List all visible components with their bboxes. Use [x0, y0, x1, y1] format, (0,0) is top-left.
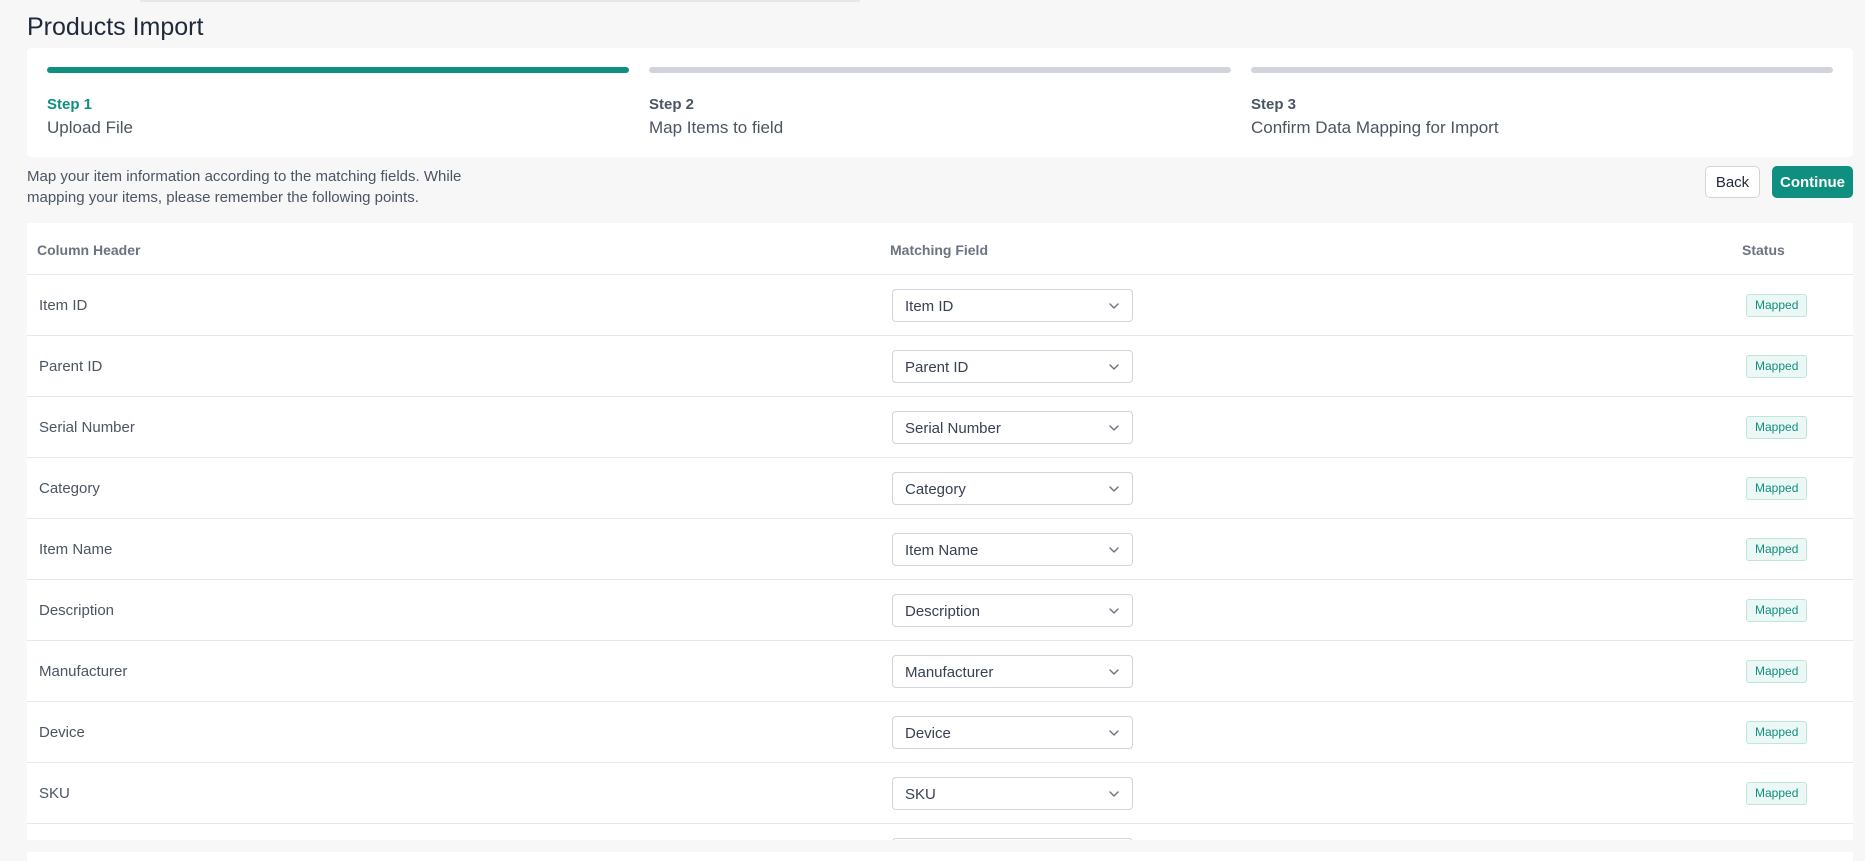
step-1[interactable]: Step 1 Upload File: [47, 67, 629, 138]
chevron-down-icon: [1109, 730, 1119, 736]
status-badge: Mapped: [1746, 416, 1808, 439]
step-number: Step 3: [1251, 96, 1297, 113]
matching-field-select[interactable]: Parent ID: [892, 350, 1133, 383]
select-value: Item ID: [905, 298, 954, 315]
chevron-down-icon: [1109, 791, 1119, 797]
instructions-text: Map your item information according to t…: [27, 168, 462, 206]
step-number: Step 2: [649, 96, 695, 113]
status-badge: Mapped: [1746, 782, 1808, 805]
column-header-cell: Manufacturer: [39, 663, 128, 680]
matching-field-select[interactable]: Device: [892, 716, 1133, 749]
step-name: Map Items to field: [649, 118, 784, 137]
status-heading: Status: [1742, 242, 1785, 258]
column-header-cell: Parent ID: [39, 358, 103, 375]
table-row: Manufacturer Manufacturer Mapped: [27, 641, 1853, 702]
matching-field-heading: Matching Field: [890, 242, 988, 258]
table-header: Column Header Matching Field Status: [27, 223, 1853, 275]
matching-field-select[interactable]: Manufacturer: [892, 655, 1133, 688]
continue-button[interactable]: Continue: [1772, 166, 1853, 198]
import-stepper: Step 1 Upload File Step 2 Map Items to f…: [27, 48, 1853, 157]
select-value: Description: [905, 603, 981, 620]
status-badge: Mapped: [1746, 538, 1808, 561]
status-badge: Mapped: [1746, 721, 1808, 744]
table-row: Category Category Mapped: [27, 458, 1853, 519]
step-name: Upload File: [47, 118, 133, 137]
status-badge: Mapped: [1746, 355, 1808, 378]
column-header-cell: Description: [39, 602, 115, 619]
step-progress-bar: [1251, 67, 1833, 73]
step-progress-bar: [649, 67, 1231, 73]
chevron-down-icon: [1109, 364, 1119, 370]
status-badge: Mapped: [1746, 294, 1808, 317]
column-header-cell: Category: [39, 480, 100, 497]
back-button[interactable]: Back: [1705, 166, 1760, 198]
column-header-cell: Serial Number: [39, 419, 135, 436]
status-badge: Mapped: [1746, 477, 1808, 500]
step-3[interactable]: Step 3 Confirm Data Mapping for Import: [1251, 67, 1833, 138]
chevron-down-icon: [1109, 486, 1119, 492]
table-row: SKU SKU Mapped: [27, 763, 1853, 824]
table-row-partial: [27, 824, 1853, 840]
select-value: Serial Number: [905, 420, 1001, 437]
step-name: Confirm Data Mapping for Import: [1251, 118, 1499, 137]
table-row: Serial Number Serial Number Mapped: [27, 397, 1853, 458]
matching-field-select[interactable]: [892, 838, 1133, 840]
matching-field-select[interactable]: Category: [892, 472, 1133, 505]
select-value: Device: [905, 725, 951, 742]
matching-field-select[interactable]: Item Name: [892, 533, 1133, 566]
matching-field-select[interactable]: Description: [892, 594, 1133, 627]
status-badge: Mapped: [1746, 660, 1808, 683]
table-row: Parent ID Parent ID Mapped: [27, 336, 1853, 397]
table-row: Device Device Mapped: [27, 702, 1853, 763]
table-row: Description Description Mapped: [27, 580, 1853, 641]
step-2[interactable]: Step 2 Map Items to field: [649, 67, 1231, 138]
column-header-heading: Column Header: [37, 242, 141, 258]
chevron-down-icon: [1109, 547, 1119, 553]
step-number: Step 1: [47, 96, 93, 113]
chevron-down-icon: [1109, 303, 1119, 309]
select-value: SKU: [905, 786, 936, 803]
select-value: Category: [905, 481, 966, 498]
select-value: Manufacturer: [905, 664, 994, 681]
mapping-table: Column Header Matching Field Status Item…: [27, 223, 1853, 840]
matching-field-select[interactable]: Serial Number: [892, 411, 1133, 444]
select-value: Parent ID: [905, 359, 969, 376]
chevron-down-icon: [1109, 425, 1119, 431]
table-body: Item ID Item ID Mapped Parent ID Parent …: [27, 275, 1853, 824]
bottom-panel-edge: [27, 852, 1853, 861]
column-header-cell: Device: [39, 724, 85, 741]
matching-field-select[interactable]: SKU: [892, 777, 1133, 810]
column-header-cell: Item Name: [39, 541, 113, 558]
table-row: Item Name Item Name Mapped: [27, 519, 1853, 580]
step-progress-bar: [47, 67, 629, 73]
column-header-cell: SKU: [39, 785, 70, 802]
matching-field-select[interactable]: Item ID: [892, 289, 1133, 322]
page-title: Products Import: [27, 13, 204, 41]
top-scrollbar[interactable]: [140, 0, 860, 2]
select-value: Item Name: [905, 542, 979, 559]
column-header-cell: Item ID: [39, 297, 88, 314]
status-badge: Mapped: [1746, 599, 1808, 622]
chevron-down-icon: [1109, 669, 1119, 675]
table-row: Item ID Item ID Mapped: [27, 275, 1853, 336]
chevron-down-icon: [1109, 608, 1119, 614]
